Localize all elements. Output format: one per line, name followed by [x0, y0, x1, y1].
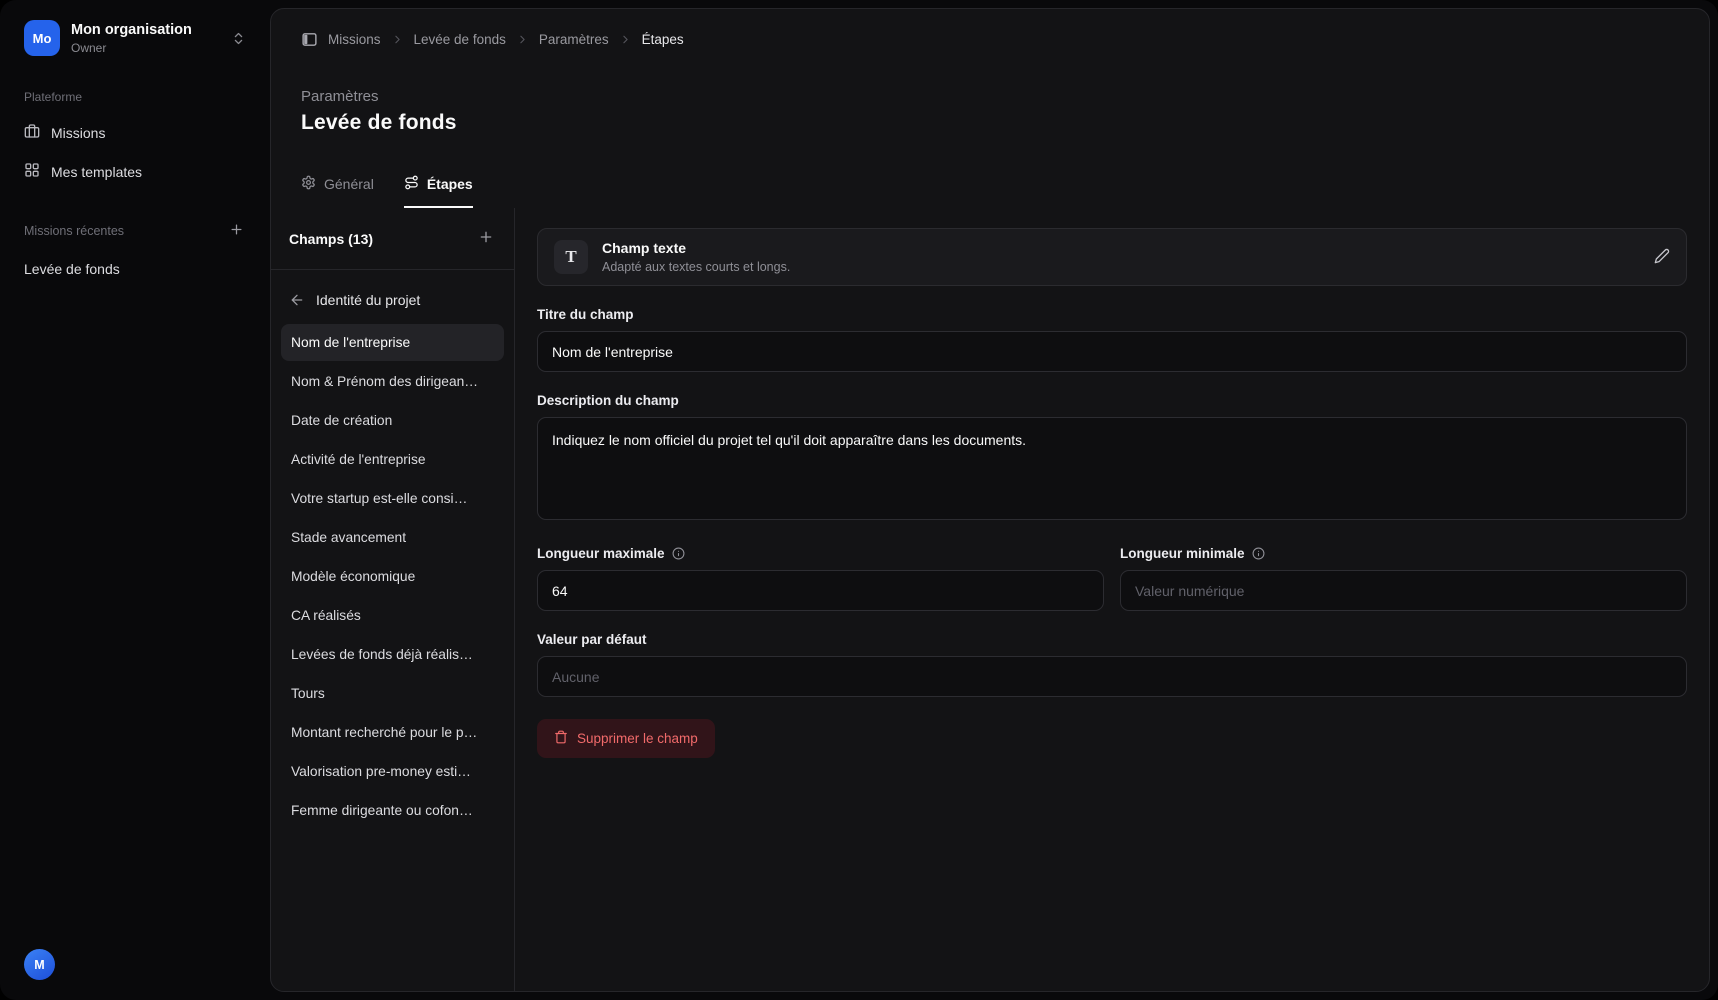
field-list-item[interactable]: Nom & Prénom des dirigean… — [281, 363, 504, 400]
add-field-button[interactable] — [476, 227, 496, 250]
tab-label: Général — [324, 176, 374, 192]
edit-type-button[interactable] — [1654, 248, 1670, 267]
field-type-subtitle: Adapté aux textes courts et longs. — [602, 260, 790, 274]
sidebar-item-label: Levée de fonds — [24, 261, 120, 277]
max-length-input[interactable] — [537, 570, 1104, 611]
plus-icon — [229, 222, 244, 240]
breadcrumb-item[interactable]: Levée de fonds — [414, 32, 506, 47]
breadcrumb-item[interactable]: Missions — [328, 32, 381, 47]
field-list-item[interactable]: CA réalisés — [281, 597, 504, 634]
recent-missions-header: Missions récentes — [16, 220, 254, 242]
tab-general[interactable]: Général — [301, 175, 374, 208]
recent-section-label: Missions récentes — [24, 224, 124, 238]
sidebar-item-missions[interactable]: Missions — [16, 114, 254, 151]
field-list-item[interactable]: Activité de l'entreprise — [281, 441, 504, 478]
field-editor: T Champ texte Adapté aux textes courts e… — [515, 208, 1709, 991]
recent-nav: Levée de fonds — [16, 252, 254, 286]
platform-nav: Missions Mes templates — [16, 114, 254, 190]
title-field-label: Titre du champ — [537, 307, 1687, 322]
sidebar-item-label: Missions — [51, 125, 105, 141]
fields-panel-header: Champs (13) — [271, 208, 514, 270]
add-mission-button[interactable] — [227, 220, 246, 242]
field-type-card: T Champ texte Adapté aux textes courts e… — [537, 228, 1687, 286]
field-description-textarea[interactable]: Indiquez le nom officiel du projet tel q… — [537, 417, 1687, 520]
delete-field-button[interactable]: Supprimer le champ — [537, 719, 715, 758]
fields-list: Identité du projet Nom de l'entreprise N… — [271, 270, 514, 845]
field-list-item[interactable]: Modèle économique — [281, 558, 504, 595]
page-eyebrow: Paramètres — [301, 88, 1679, 105]
field-list-item[interactable]: Date de création — [281, 402, 504, 439]
fields-panel: Champs (13) Identité du projet Nom — [271, 208, 515, 991]
route-icon — [404, 175, 419, 193]
pencil-icon — [1654, 248, 1670, 267]
back-arrow-icon[interactable] — [289, 292, 305, 308]
chevron-right-icon — [619, 33, 632, 46]
org-avatar: Mo — [24, 20, 60, 56]
org-name: Mon organisation — [71, 21, 192, 39]
trash-icon — [554, 730, 568, 747]
sidebar: Mo Mon organisation Owner Plateforme Mis… — [0, 0, 270, 1000]
app-window: Mo Mon organisation Owner Plateforme Mis… — [0, 0, 1718, 1000]
breadcrumb: Missions Levée de fonds Paramètres Étape… — [271, 9, 1709, 48]
settings-content: Champs (13) Identité du projet Nom — [271, 208, 1709, 991]
length-row: Longueur maximale Longueur minimale — [537, 525, 1687, 611]
field-list-item[interactable]: Tours — [281, 675, 504, 712]
chevrons-up-down-icon — [231, 31, 246, 46]
page-title: Levée de fonds — [301, 111, 1679, 135]
tab-label: Étapes — [427, 176, 473, 192]
field-list-item[interactable]: Votre startup est-elle consi… — [281, 480, 504, 517]
default-value-label: Valeur par défaut — [537, 632, 1687, 647]
chevron-right-icon — [391, 33, 404, 46]
field-group-label: Identité du projet — [316, 292, 420, 308]
platform-section-label: Plateforme — [16, 90, 254, 104]
field-list-item[interactable]: Stade avancement — [281, 519, 504, 556]
field-type-title: Champ texte — [602, 240, 790, 256]
tab-etapes[interactable]: Étapes — [404, 175, 473, 208]
plus-icon — [478, 229, 494, 248]
text-type-icon: T — [554, 240, 588, 274]
description-field-label: Description du champ — [537, 393, 1687, 408]
user-avatar[interactable]: M — [24, 949, 55, 980]
field-list-item[interactable]: Montant recherché pour le p… — [281, 714, 504, 751]
org-role: Owner — [71, 41, 192, 55]
max-length-label: Longueur maximale — [537, 546, 1104, 561]
sidebar-item-levee-de-fonds[interactable]: Levée de fonds — [16, 252, 254, 286]
field-list-item[interactable]: Levées de fonds déjà réalis… — [281, 636, 504, 673]
field-title-input[interactable] — [537, 331, 1687, 372]
chevron-right-icon — [516, 33, 529, 46]
main-panel: Missions Levée de fonds Paramètres Étape… — [270, 8, 1710, 992]
grid-icon — [24, 162, 40, 181]
org-switcher[interactable]: Mo Mon organisation Owner — [16, 14, 254, 62]
sidebar-toggle-icon[interactable] — [301, 31, 318, 48]
min-length-label: Longueur minimale — [1120, 546, 1687, 561]
fields-count-title: Champs (13) — [289, 231, 373, 247]
field-list-item[interactable]: Valorisation pre-money esti… — [281, 753, 504, 790]
page-header: Paramètres Levée de fonds — [271, 88, 1709, 135]
breadcrumb-item-current: Étapes — [642, 32, 684, 47]
gear-icon — [301, 175, 316, 193]
default-value-input[interactable] — [537, 656, 1687, 697]
sidebar-item-templates[interactable]: Mes templates — [16, 153, 254, 190]
field-list-item[interactable]: Nom de l'entreprise — [281, 324, 504, 361]
briefcase-icon — [24, 123, 40, 142]
delete-field-label: Supprimer le champ — [577, 731, 698, 746]
sidebar-item-label: Mes templates — [51, 164, 142, 180]
info-icon[interactable] — [672, 547, 685, 560]
min-length-input[interactable] — [1120, 570, 1687, 611]
field-list-item[interactable]: Femme dirigeante ou cofon… — [281, 792, 504, 829]
field-group-row: Identité du projet — [281, 284, 504, 324]
info-icon[interactable] — [1252, 547, 1265, 560]
breadcrumb-item[interactable]: Paramètres — [539, 32, 609, 47]
tab-bar: Général Étapes — [271, 175, 1709, 208]
